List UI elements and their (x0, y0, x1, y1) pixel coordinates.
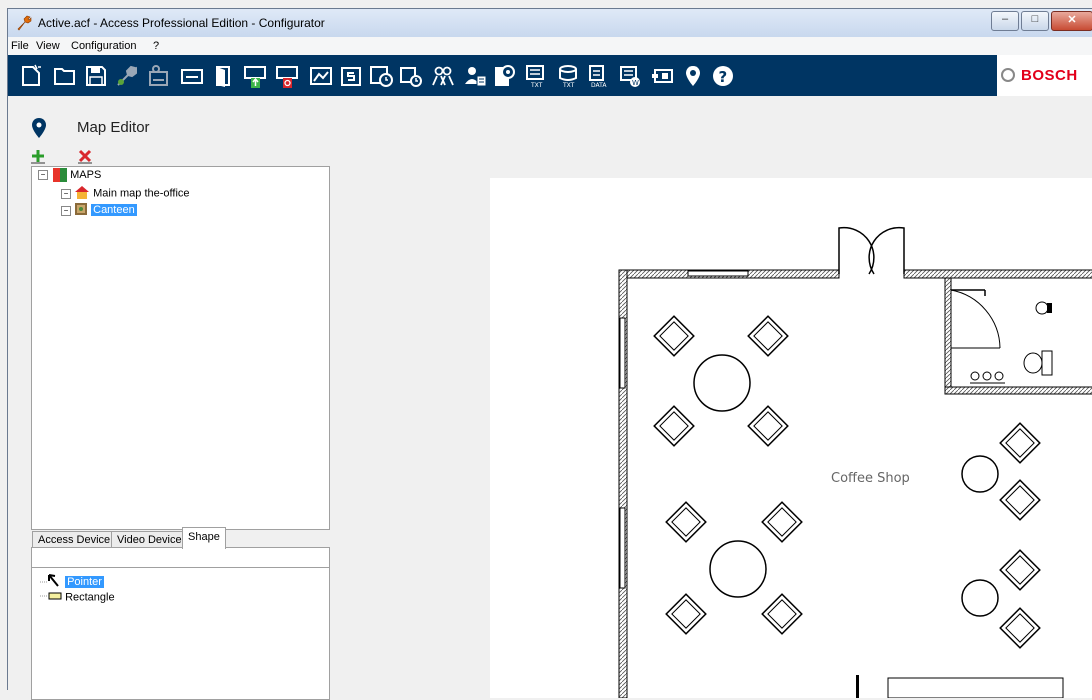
svg-text:TXT: TXT (530, 82, 543, 88)
shape-item-label: Pointer (65, 576, 104, 589)
floorplan-icon (74, 202, 88, 219)
menu-help[interactable]: ? (153, 40, 159, 52)
tree-root[interactable]: − MAPS (38, 168, 101, 184)
collapse-icon[interactable]: − (61, 188, 71, 199)
bosch-armature-icon (1001, 68, 1015, 82)
personnel-group-icon[interactable] (431, 64, 455, 88)
svg-text:W: W (632, 79, 639, 87)
svg-text:TXT: TXT (562, 82, 575, 88)
save-icon[interactable] (84, 64, 108, 88)
new-icon[interactable] (19, 64, 43, 88)
tab-access-device[interactable]: Access Device (32, 531, 117, 548)
card-reader-icon[interactable] (180, 64, 204, 88)
area-icon[interactable] (309, 64, 333, 88)
title-bar: Active.acf - Access Professional Edition… (8, 9, 1092, 37)
map-canvas[interactable]: Coffee Shop (490, 178, 1092, 698)
shape-list: Pointer Rectangle (32, 567, 329, 699)
database-report-icon[interactable]: TXT (557, 64, 581, 88)
shape-item-rectangle[interactable]: Rectangle (40, 590, 115, 606)
app-window: Active.acf - Access Professional Edition… (7, 8, 1092, 700)
wrench-app-icon (17, 15, 32, 31)
maximize-button[interactable]: □ (1021, 11, 1049, 31)
close-button[interactable]: ✕ (1051, 11, 1092, 31)
menu-configuration[interactable]: Configuration (71, 40, 136, 52)
departure-icon[interactable] (275, 64, 299, 88)
special-day-icon[interactable] (339, 64, 363, 88)
brand-name: BOSCH (1021, 67, 1078, 84)
pointer-icon (40, 574, 62, 591)
badge-icon[interactable] (651, 64, 675, 88)
web-icon[interactable]: W (619, 64, 643, 88)
bosch-logo: BOSCH (997, 55, 1092, 96)
menu-bar: File View Configuration ? (8, 37, 1092, 55)
tree-item-main-map[interactable]: − Main map the-office (61, 185, 190, 201)
day-model-icon[interactable] (399, 64, 423, 88)
open-folder-icon[interactable] (53, 64, 77, 88)
tree-item-canteen[interactable]: − Canteen (61, 202, 137, 218)
window-title: Active.acf - Access Professional Edition… (38, 16, 325, 30)
add-map-button[interactable] (30, 148, 46, 164)
map-pin-icon[interactable] (681, 64, 705, 88)
shape-panel: Pointer Rectangle (31, 547, 330, 700)
menu-view[interactable]: View (36, 40, 60, 52)
tab-video-device[interactable]: Video Device (111, 531, 188, 548)
tree-item-label: Canteen (91, 204, 137, 217)
house-icon (74, 185, 90, 202)
menu-file[interactable]: File (11, 40, 29, 52)
data-report-icon[interactable]: DATA (587, 64, 611, 88)
main-toolbar: TXT TXT DATA W ? (8, 55, 1092, 96)
help-icon[interactable]: ? (711, 64, 735, 88)
door-icon[interactable] (211, 64, 235, 88)
collapse-icon[interactable]: − (61, 205, 71, 216)
time-model-icon[interactable] (369, 64, 393, 88)
wrench-icon[interactable] (115, 64, 139, 88)
shape-item-label: Rectangle (65, 591, 115, 604)
svg-text:?: ? (719, 68, 728, 86)
svg-text:DATA: DATA (591, 82, 607, 88)
page-title: Map Editor (77, 119, 150, 136)
tab-shape[interactable]: Shape (182, 527, 226, 549)
page-header: Map Editor (8, 96, 1092, 156)
map-marker-icon (32, 118, 46, 138)
visitor-icon[interactable] (463, 64, 487, 88)
tree-item-label: Main map the-office (93, 187, 190, 200)
configure-device-icon[interactable] (146, 64, 170, 88)
collapse-icon[interactable]: − (38, 170, 48, 180)
shape-item-pointer[interactable]: Pointer (40, 574, 104, 590)
map-tree: − MAPS − Main map the-office − Canteen (31, 166, 330, 530)
tree-root-label: MAPS (70, 168, 102, 181)
maps-icon (53, 168, 68, 182)
card-definition-icon[interactable] (493, 64, 517, 88)
text-report-icon[interactable]: TXT (525, 64, 549, 88)
delete-map-button[interactable] (77, 148, 93, 164)
room-label: Coffee Shop (831, 471, 910, 486)
minimize-button[interactable]: – (991, 11, 1019, 31)
rectangle-icon (40, 590, 62, 605)
arrival-icon[interactable] (243, 64, 267, 88)
device-tabs: Access Device Video Device Shape (31, 527, 329, 549)
floor-plan: Coffee Shop (618, 226, 1092, 698)
